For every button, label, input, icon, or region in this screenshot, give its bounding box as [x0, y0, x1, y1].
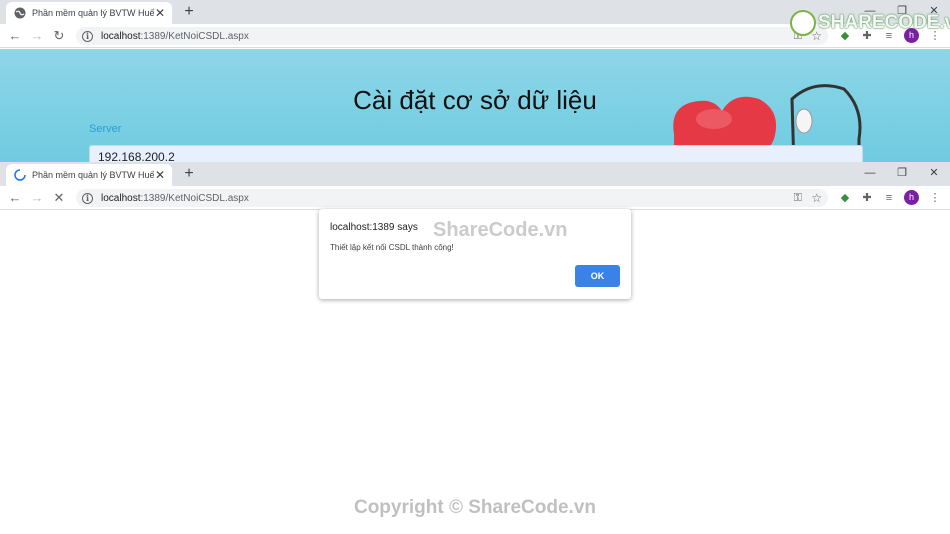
tab-strip: Phần mềm quản lý BVTW Huế ✕ + — ❐ ✕ — [0, 162, 950, 186]
dialog-title: localhost:1389 says — [330, 222, 418, 233]
bookmark-star-icon[interactable]: ☆ — [811, 190, 822, 206]
tab-active[interactable]: Phần mềm quản lý BVTW Huế ✕ — [6, 164, 172, 186]
media-queue-icon[interactable]: ≡ — [882, 191, 896, 205]
reload-icon[interactable]: ↻ — [50, 27, 68, 45]
back-icon[interactable]: ← — [6, 27, 24, 45]
key-icon[interactable]: ⚿ — [794, 190, 802, 206]
tab-title: Phần mềm quản lý BVTW Huế — [32, 8, 154, 18]
dialog-message: Thiết lập kết nối CSDL thành công! — [330, 243, 454, 252]
new-tab-icon[interactable]: + — [180, 165, 198, 183]
url-text: localhost:1389/KetNoiCSDL.aspx — [101, 30, 249, 42]
minimize-icon[interactable]: — — [860, 164, 880, 182]
address-bar[interactable]: i localhost:1389/KetNoiCSDL.aspx ⚿ ☆ — [76, 27, 828, 45]
tab-close-icon[interactable]: ✕ — [154, 169, 166, 181]
sharecode-watermark: ShareCode.vn — [433, 219, 568, 241]
new-tab-icon[interactable]: + — [180, 3, 198, 21]
menu-icon[interactable]: ⋮ — [928, 191, 942, 205]
address-bar[interactable]: i localhost:1389/KetNoiCSDL.aspx ⚿ ☆ — [76, 189, 828, 207]
extension-icon[interactable]: ◆ — [838, 191, 852, 205]
ok-button[interactable]: OK — [575, 265, 620, 287]
avatar[interactable]: h — [904, 190, 919, 205]
forward-icon[interactable]: → — [28, 27, 46, 45]
info-icon[interactable]: i — [82, 30, 93, 42]
forward-icon[interactable]: → — [28, 189, 46, 207]
back-icon[interactable]: ← — [6, 189, 24, 207]
tab-title: Phần mềm quản lý BVTW Huế — [32, 170, 154, 180]
sharecode-logo-text: SHARECODE.vn — [818, 12, 950, 33]
puzzle-icon[interactable]: ✚ — [860, 191, 874, 205]
alert-dialog: localhost:1389 says ShareCode.vn Thiết l… — [319, 209, 631, 299]
server-input[interactable]: 192.168.200.2 — [89, 145, 863, 162]
sharecode-logo: SHARECODE.vn — [790, 10, 950, 36]
info-icon[interactable]: i — [82, 192, 93, 204]
stop-icon[interactable]: ✕ — [50, 189, 68, 207]
server-label: Server — [89, 123, 122, 135]
close-window-icon[interactable]: ✕ — [924, 164, 944, 182]
tab-active[interactable]: Phần mềm quản lý BVTW Huế ✕ — [6, 2, 172, 24]
top-browser-window: Phần mềm quản lý BVTW Huế ✕ + — ❐ ✕ ← → … — [0, 0, 950, 162]
globe-icon — [14, 7, 26, 19]
restore-icon[interactable]: ❐ — [892, 164, 912, 182]
page-content: Cài đặt cơ sở dữ liệu Server 192.168.200… — [0, 49, 950, 162]
tab-close-icon[interactable]: ✕ — [154, 7, 166, 19]
sharecode-logo-icon — [790, 10, 816, 36]
loading-spinner-icon — [14, 169, 26, 181]
url-text: localhost:1389/KetNoiCSDL.aspx — [101, 192, 249, 204]
toolbar: ← → ✕ i localhost:1389/KetNoiCSDL.aspx ⚿… — [0, 186, 950, 210]
copyright-watermark: Copyright © ShareCode.vn — [353, 497, 597, 518]
